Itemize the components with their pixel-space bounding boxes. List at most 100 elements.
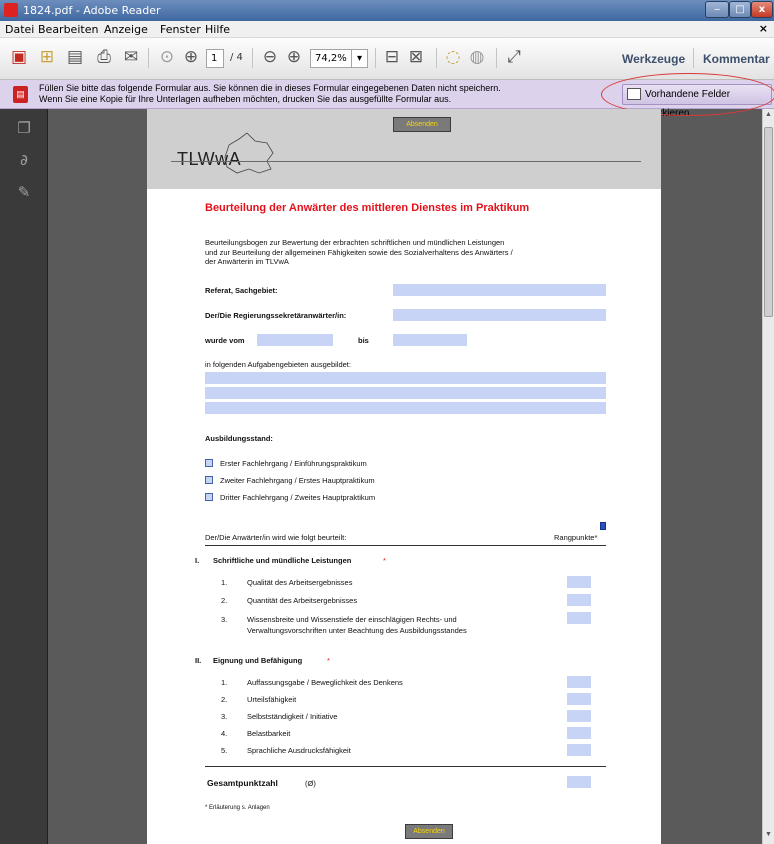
footnote: * Erläuterung s. Anlagen [205,805,270,811]
open-icon[interactable]: ⊞ [36,46,58,68]
menu-bearbeiten[interactable]: Bearbeiten [38,23,98,36]
adobe-reader-window: 1824.pdf - Adobe Reader ‒ □ x Datei Bear… [0,0,774,844]
s2-item-3-number: 3. [221,712,228,721]
gesamt-points-field[interactable] [567,776,591,788]
date-to-field[interactable] [393,334,467,346]
aufgaben-field-3[interactable] [205,402,606,414]
title-bar: 1824.pdf - Adobe Reader ‒ □ x [0,0,774,21]
aufgaben-field-2[interactable] [205,387,606,399]
pdf-page: Absenden TLWwA Beurteilung der Anwärter … [147,109,661,844]
scroll-down-icon[interactable]: ▼ [764,831,773,838]
page-thumbnails-icon[interactable]: ❐ [15,119,33,137]
next-page-icon[interactable]: ⊕ [180,46,202,68]
scrollbar-thumb[interactable] [764,127,773,317]
logo-text: TLWwA [177,149,242,169]
document-intro: Beurteilungsbogen zur Bewertung der erbr… [205,238,595,267]
close-document-icon[interactable]: × [759,22,768,35]
create-pdf-icon[interactable]: ▣ [8,46,30,68]
attachments-icon[interactable]: ∂ [15,151,33,169]
option-1-checkbox[interactable] [205,459,213,467]
s2-item-2-text: Urteilsfähigkeit [247,695,297,704]
save-icon[interactable]: ▤ [64,46,86,68]
form-field-marker-icon[interactable] [600,522,606,530]
s1-item-2-points[interactable] [567,594,591,606]
s1-item-3-text: Wissensbreite und Wissenstiefe der einsc… [247,615,457,624]
page-total: / 4 [230,52,243,63]
werkzeuge-link[interactable]: Werkzeuge [622,52,685,66]
s2-item-4-points[interactable] [567,727,591,739]
print-icon[interactable]: ⎙ [93,46,115,68]
bis-label: bis [358,336,369,345]
zoom-dropdown-icon[interactable]: ▾ [351,49,368,68]
s1-item-3-text-cont: Verwaltungsvorschriften unter Beachtung … [247,626,467,635]
intro-line-3: der Anwärterin im TLVwA [205,257,289,266]
menu-hilfe[interactable]: Hilfe [205,23,230,36]
ausbildungsstand-label: Ausbildungsstand: [205,434,273,443]
s1-item-1-points[interactable] [567,576,591,588]
notice-line-2: Wenn Sie eine Kopie für Ihre Unterlagen … [39,94,452,104]
s2-item-5-number: 5. [221,746,228,755]
page-number-input[interactable]: 1 [206,49,224,68]
close-button[interactable]: x [751,1,773,18]
s1-item-3-points[interactable] [567,612,591,624]
comment-icon[interactable]: ◌ [442,46,464,68]
fit-page-icon[interactable]: ⊟ [381,46,403,68]
s2-item-5-points[interactable] [567,744,591,756]
fit-width-icon[interactable]: ⊠ [405,46,427,68]
form-fields-icon [627,88,641,100]
s1-item-3-number: 3. [221,615,228,624]
rangpunkte-label: Rangpunkte* [554,533,598,542]
toolbar-separator [436,48,437,68]
zoom-in-icon[interactable]: ⊕ [283,46,305,68]
scroll-up-icon[interactable]: ▲ [764,111,773,118]
menu-datei[interactable]: Datei [5,23,34,36]
s2-item-2-points[interactable] [567,693,591,705]
menu-anzeige[interactable]: Anzeige [104,23,148,36]
s2-item-4-text: Belastbarkeit [247,729,291,738]
s2-item-4-number: 4. [221,729,228,738]
form-notice-text: Füllen Sie bitte das folgende Formular a… [39,83,599,105]
highlight-icon[interactable]: ◍ [466,46,488,68]
referat-field[interactable] [393,284,606,296]
toolbar-separator [693,48,694,68]
vertical-scrollbar[interactable]: ▲ ▼ [762,109,774,844]
s1-item-2-text: Quantität des Arbeitsergebnisses [247,596,358,605]
gesamt-label: Gesamtpunktzahl [207,778,278,788]
toolbar: ▣ ⊞ ▤ ⎙ ✉ ⊙ ⊕ 1 / 4 ⊖ ⊕ 74,2% ▾ ⊟ ⊠ ◌ ◍ … [0,38,774,80]
s1-item-1-text: Qualität des Arbeitsergebnisses [247,578,353,587]
s1-item-2-number: 2. [221,596,228,605]
signatures-icon[interactable]: ✎ [15,183,33,201]
option-2-checkbox[interactable] [205,476,213,484]
s2-item-3-text: Selbstständigkeit / Initiative [247,712,338,721]
previous-page-icon[interactable]: ⊙ [156,46,178,68]
zoom-input[interactable]: 74,2% [310,49,352,68]
anwaerter-field[interactable] [393,309,606,321]
s2-item-1-points[interactable] [567,676,591,688]
aufgaben-field-1[interactable] [205,372,606,384]
aufgaben-label: in folgenden Aufgabengebieten ausgebilde… [205,360,351,369]
section-2-star: * [327,656,330,665]
section-1-star: * [383,556,386,565]
zoom-out-icon[interactable]: ⊖ [259,46,281,68]
maximize-button[interactable]: □ [729,1,751,18]
submit-button-bottom[interactable]: Absenden [405,824,453,839]
date-from-field[interactable] [257,334,333,346]
section-divider [205,545,606,546]
s2-item-3-points[interactable] [567,710,591,722]
document-title: Beurteilung der Anwärter des mittleren D… [205,202,530,214]
section-1-title: Schriftliche und mündliche Leistungen [213,556,352,565]
highlight-fields-button[interactable]: Vorhandene Felder markieren [622,84,772,119]
menu-fenster[interactable]: Fenster [160,23,201,36]
kommentar-link[interactable]: Kommentar [703,52,770,66]
full-screen-icon[interactable]: ⤢ [503,46,525,68]
header-rule [171,161,641,162]
gesamt-symbol: (Ø) [305,779,316,788]
form-notification-bar: ▤ Füllen Sie bitte das folgende Formular… [0,80,774,119]
minimize-button[interactable]: ‒ [705,1,729,18]
submit-button-top[interactable]: Absenden [393,117,451,132]
option-3-checkbox[interactable] [205,493,213,501]
section-2-number: II. [195,656,202,665]
total-divider [205,766,606,767]
email-icon[interactable]: ✉ [120,46,142,68]
adobe-reader-icon [4,3,18,17]
